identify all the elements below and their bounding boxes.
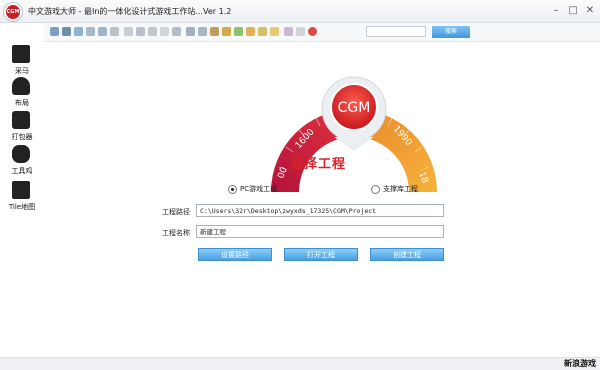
app-logo: CGM — [4, 3, 22, 21]
app-logo-text: CGM — [6, 9, 20, 15]
sidebar-item-tool[interactable]: 工具鸡 — [0, 145, 44, 175]
name-label: 工程名称 — [162, 229, 190, 237]
sidebar-item-tilemap[interactable]: Tile地图 — [0, 181, 44, 211]
paint-icon[interactable] — [222, 27, 231, 36]
gauge-graphic: CGM 00 1600 1990 18 — [271, 76, 437, 192]
help-icon[interactable] — [284, 27, 293, 36]
sidebar-item-label: Tile地图 — [8, 203, 36, 211]
radio-unselected-icon[interactable] — [371, 184, 380, 194]
radio-pc-project[interactable]: PC游戏工程 — [228, 184, 277, 194]
settings-icon[interactable] — [234, 27, 243, 36]
horse-icon — [12, 45, 30, 63]
main-panel: CGM 00 1600 1990 18 选择工程 PC游戏工程 支撑库工程 工程… — [44, 42, 600, 369]
font-icon[interactable] — [172, 27, 181, 36]
cut-icon[interactable] — [210, 27, 219, 36]
sidebar: 采马 布局 打包器 工具鸡 Tile地图 — [0, 41, 45, 369]
grid-icon[interactable] — [98, 27, 107, 36]
open-project-button[interactable]: 打开工程 — [284, 248, 358, 261]
radio-selected-icon[interactable] — [228, 184, 237, 194]
export-icon[interactable] — [198, 27, 207, 36]
project-name-field[interactable]: 新建工程 — [196, 225, 444, 238]
toolbar: 搜索 — [44, 23, 600, 42]
tilemap-icon — [12, 181, 30, 199]
page-title: 选择工程 — [290, 157, 347, 172]
search-input[interactable] — [366, 26, 426, 37]
maximize-button[interactable]: □ — [565, 4, 581, 18]
sidebar-item-horse[interactable]: 采马 — [0, 45, 44, 75]
folder-icon[interactable] — [270, 27, 279, 36]
star-icon[interactable] — [246, 27, 255, 36]
sidebar-item-packager[interactable]: 打包器 — [0, 111, 44, 141]
zoom-icon[interactable] — [110, 27, 119, 36]
info-icon[interactable] — [296, 27, 305, 36]
layout-icon — [12, 77, 30, 95]
radio-library-project[interactable]: 支撑库工程 — [371, 184, 418, 194]
sidebar-item-label: 采马 — [15, 67, 29, 75]
set-path-button[interactable]: 设置路径 — [198, 248, 272, 261]
radio-label: 支撑库工程 — [383, 185, 418, 193]
search-button[interactable]: 搜索 — [432, 26, 470, 38]
gauge-center-text: CGM — [338, 100, 371, 116]
sidebar-item-label: 布局 — [15, 99, 29, 107]
link-icon[interactable] — [148, 27, 157, 36]
status-bar: 新浪游戏 — [0, 357, 600, 370]
minimize-button[interactable]: – — [548, 4, 564, 18]
new-file-icon[interactable] — [50, 27, 59, 36]
radio-label: PC游戏工程 — [240, 185, 278, 193]
sidebar-item-label: 打包器 — [11, 133, 33, 141]
path-field[interactable]: C:\Users\32r\Desktop\zwyxds_17325\CGM\Pr… — [196, 204, 444, 217]
stop-icon[interactable] — [308, 27, 317, 36]
scroll-icon[interactable] — [124, 27, 133, 36]
sidebar-item-layout[interactable]: 布局 — [0, 77, 44, 107]
bulb-icon[interactable] — [258, 27, 267, 36]
attach-icon[interactable] — [136, 27, 145, 36]
close-button[interactable]: ✕ — [582, 4, 598, 18]
tool-icon — [12, 145, 30, 163]
create-project-button[interactable]: 创建工程 — [370, 248, 444, 261]
refresh-icon[interactable] — [74, 27, 83, 36]
watermark: 新浪游戏 — [564, 359, 596, 368]
window-icon[interactable] — [186, 27, 195, 36]
sidebar-item-label: 工具鸡 — [11, 167, 33, 175]
tag-icon[interactable] — [160, 27, 169, 36]
title-bar: CGM 中文游戏大师 - 最In的一体化设计式游戏工作站...Ver 1.2 –… — [0, 0, 600, 23]
path-label: 工程路径 — [162, 208, 190, 216]
packager-icon — [12, 111, 30, 129]
window-title: 中文游戏大师 - 最In的一体化设计式游戏工作站...Ver 1.2 — [28, 7, 232, 16]
copy-icon[interactable] — [86, 27, 95, 36]
save-icon[interactable] — [62, 27, 71, 36]
